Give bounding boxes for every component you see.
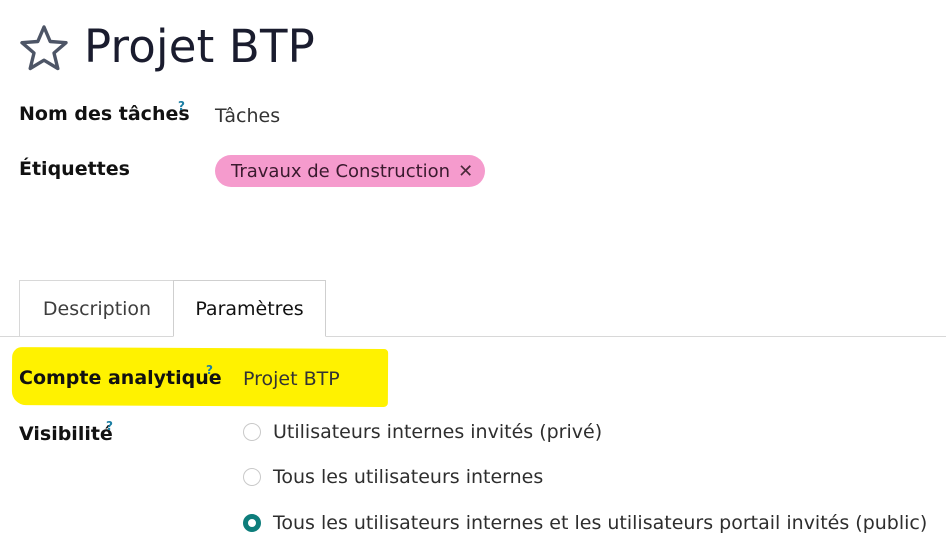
task-name-help-icon[interactable]: ? xyxy=(178,99,185,113)
visibility-option-label: Utilisateurs internes invités (privé) xyxy=(273,421,603,443)
star-icon[interactable] xyxy=(18,24,70,72)
analytic-account-field[interactable]: Projet BTP xyxy=(243,368,340,390)
tabs-divider xyxy=(0,336,946,337)
page-title[interactable]: Projet BTP xyxy=(84,16,315,78)
visibility-option-public[interactable]: Tous les utilisateurs internes et les ut… xyxy=(243,512,927,534)
tag-remove-icon[interactable]: ✕ xyxy=(458,161,473,182)
visibility-help-icon[interactable]: ? xyxy=(106,419,113,433)
tab-description[interactable]: Description xyxy=(19,280,174,336)
radio-button[interactable] xyxy=(243,468,261,486)
tab-parametres[interactable]: Paramètres xyxy=(173,280,326,337)
visibility-option-label: Tous les utilisateurs internes et les ut… xyxy=(273,512,928,534)
visibility-option-label: Tous les utilisateurs internes xyxy=(273,466,544,488)
project-form: Projet BTP Nom des tâches ? Tâches Étiqu… xyxy=(0,0,946,558)
visibility-option-internal[interactable]: Tous les utilisateurs internes xyxy=(243,466,543,488)
visibility-label: Visibilité xyxy=(19,423,113,445)
tag-badge[interactable]: Travaux de Construction ✕ xyxy=(215,155,486,187)
task-name-field[interactable]: Tâches xyxy=(215,105,280,127)
tag-label: Travaux de Construction xyxy=(231,160,451,182)
radio-button-checked[interactable] xyxy=(243,514,261,532)
visibility-option-private[interactable]: Utilisateurs internes invités (privé) xyxy=(243,421,602,443)
tags-label: Étiquettes xyxy=(19,158,130,180)
radio-button[interactable] xyxy=(243,423,261,441)
task-name-label: Nom des tâches xyxy=(19,103,190,125)
analytic-account-label: Compte analytique xyxy=(19,367,222,389)
analytic-account-help-icon[interactable]: ? xyxy=(206,363,213,377)
